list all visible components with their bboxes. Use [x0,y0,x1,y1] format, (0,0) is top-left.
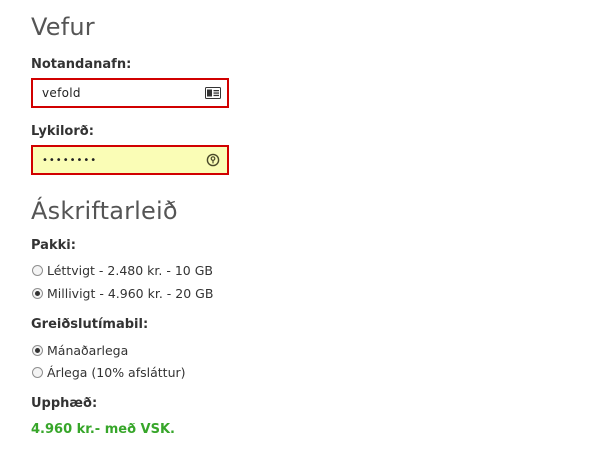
billing-radio-monthly[interactable] [32,345,43,356]
package-option-lettvigt[interactable]: Léttvigt - 2.480 kr. - 10 GB [32,263,213,278]
billing-option-label: Mánaðarlega [47,343,129,358]
username-value[interactable]: vefold [42,86,205,100]
username-label: Notandanafn: [31,57,132,72]
package-radio-millivigt[interactable] [32,288,43,299]
password-field[interactable]: •••••••• [31,145,229,175]
package-label: Pakki: [31,238,76,253]
package-option-label: Léttvigt - 2.480 kr. - 10 GB [47,263,213,278]
billing-option-label: Árlega (10% afsláttur) [47,365,186,380]
billing-radio-yearly[interactable] [32,367,43,378]
account-section-title: Vefur [31,13,95,41]
password-label: Lykilorð: [31,124,94,139]
contact-card-icon[interactable] [205,86,221,100]
package-option-label: Millivigt - 4.960 kr. - 20 GB [47,286,214,301]
package-radio-lettvigt[interactable] [32,265,43,276]
billing-option-monthly[interactable]: Mánaðarlega [32,343,128,358]
billing-option-yearly[interactable]: Árlega (10% afsláttur) [32,365,186,380]
signup-form: Vefur Notandanafn: vefold Lykilorð: ••••… [0,0,590,459]
subscription-section-title: Áskriftarleið [31,197,178,225]
amount-value: 4.960 kr.- með VSK. [31,422,175,437]
amount-label: Upphæð: [31,396,98,411]
package-option-millivigt[interactable]: Millivigt - 4.960 kr. - 20 GB [32,286,213,301]
password-value[interactable]: •••••••• [42,155,205,166]
username-field[interactable]: vefold [31,78,229,108]
password-key-icon[interactable] [205,153,221,167]
billing-period-label: Greiðslutímabil: [31,317,149,332]
